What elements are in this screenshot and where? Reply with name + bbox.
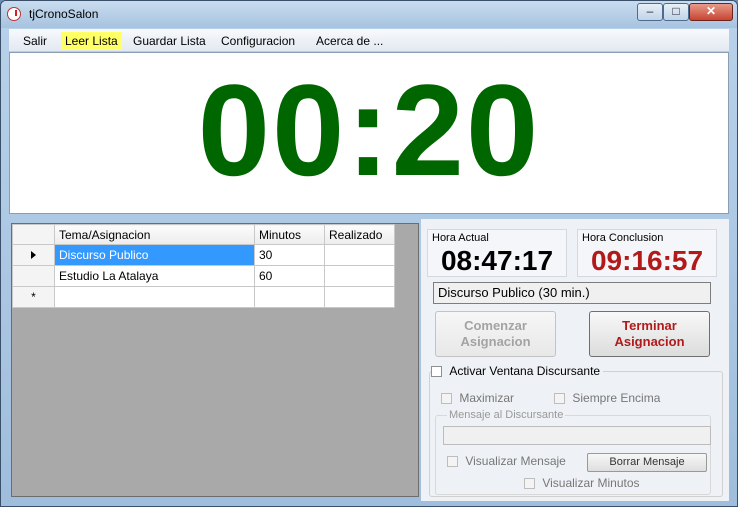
borrar-mensaje-button[interactable]: Borrar Mensaje xyxy=(587,453,707,472)
menu-salir[interactable]: Salir xyxy=(19,32,51,50)
cell-tema-new[interactable] xyxy=(54,286,255,308)
column-header-tema[interactable]: Tema/Asignacion xyxy=(54,224,255,245)
menu-acerca-de[interactable]: Acerca de ... xyxy=(312,32,387,50)
hora-conclusion-box: Hora Conclusion 09:16:57 xyxy=(577,229,717,277)
timer-display: 00:20 xyxy=(9,52,729,214)
window-title: tjCronoSalon xyxy=(29,7,99,21)
close-button[interactable]: ✕ xyxy=(689,3,733,21)
column-header-minutos[interactable]: Minutos xyxy=(254,224,325,245)
title-bar[interactable]: tjCronoSalon – □ ✕ xyxy=(1,1,737,28)
maximizar-checkbox[interactable] xyxy=(441,393,452,405)
visualizar-mensaje-checkbox[interactable] xyxy=(447,456,458,468)
comenzar-asignacion-button[interactable]: Comenzar Asignacion xyxy=(435,311,556,357)
cell-tema[interactable]: Discurso Publico xyxy=(54,244,255,266)
maximize-button[interactable]: □ xyxy=(663,3,689,21)
mensaje-input[interactable] xyxy=(443,426,711,445)
activar-ventana-option[interactable]: Activar Ventana Discursante xyxy=(431,364,604,378)
table-row[interactable]: Estudio La Atalaya 60 xyxy=(12,265,395,287)
visualizar-minutos-option[interactable]: Visualizar Minutos xyxy=(524,476,640,490)
cell-tema[interactable]: Estudio La Atalaya xyxy=(54,265,255,287)
current-row-arrow-icon xyxy=(31,251,36,259)
visualizar-mensaje-option[interactable]: Visualizar Mensaje xyxy=(447,454,566,468)
cell-minutos-new[interactable] xyxy=(254,286,325,308)
cell-realizado[interactable] xyxy=(324,265,395,287)
grid-header-row: Tema/Asignacion Minutos Realizado xyxy=(12,224,395,245)
activar-ventana-label: Activar Ventana Discursante xyxy=(449,364,601,378)
assignment-grid[interactable]: Tema/Asignacion Minutos Realizado Discur… xyxy=(12,224,395,308)
app-window: tjCronoSalon – □ ✕ Salir Leer Lista Guar… xyxy=(0,0,738,507)
terminar-asignacion-button[interactable]: Terminar Asignacion xyxy=(589,311,710,357)
new-row[interactable]: * xyxy=(12,286,395,308)
menu-guardar-lista[interactable]: Guardar Lista xyxy=(129,32,210,50)
new-row-marker: * xyxy=(12,286,55,308)
row-header[interactable] xyxy=(12,265,55,287)
hora-actual-value: 08:47:17 xyxy=(440,245,554,276)
current-assignment-field: Discurso Publico (30 min.) xyxy=(433,282,711,304)
menu-configuracion[interactable]: Configuracion xyxy=(217,32,299,50)
row-header-current[interactable] xyxy=(12,244,55,266)
table-row[interactable]: Discurso Publico 30 xyxy=(12,244,395,266)
maximizar-label: Maximizar xyxy=(459,391,515,405)
row-header-corner xyxy=(12,224,55,245)
siempre-encima-checkbox[interactable] xyxy=(554,393,565,405)
mensaje-group-label: Mensaje al Discursante xyxy=(447,409,566,421)
cell-minutos[interactable]: 30 xyxy=(254,244,325,266)
app-clock-icon xyxy=(7,7,21,21)
cell-minutos[interactable]: 60 xyxy=(254,265,325,287)
maximizar-option[interactable]: Maximizar xyxy=(441,391,514,405)
countdown-time: 00:20 xyxy=(197,57,541,203)
menu-leer-lista[interactable]: Leer Lista xyxy=(61,32,122,50)
visualizar-minutos-checkbox[interactable] xyxy=(524,478,535,490)
minimize-button[interactable]: – xyxy=(637,3,663,21)
hora-actual-label: Hora Actual xyxy=(432,232,489,244)
assignment-grid-panel: Tema/Asignacion Minutos Realizado Discur… xyxy=(11,223,419,497)
control-panel: Hora Actual 08:47:17 Hora Conclusion 09:… xyxy=(421,219,729,501)
hora-conclusion-label: Hora Conclusion xyxy=(582,232,664,244)
hora-conclusion-value: 09:16:57 xyxy=(590,245,704,276)
visualizar-minutos-label: Visualizar Minutos xyxy=(542,476,640,490)
visualizar-mensaje-label: Visualizar Mensaje xyxy=(465,454,566,468)
cell-realizado-new[interactable] xyxy=(324,286,395,308)
siempre-encima-label: Siempre Encima xyxy=(572,391,661,405)
cell-realizado[interactable] xyxy=(324,244,395,266)
siempre-encima-option[interactable]: Siempre Encima xyxy=(554,391,660,405)
menu-bar: Salir Leer Lista Guardar Lista Configura… xyxy=(9,29,729,51)
activar-ventana-checkbox[interactable] xyxy=(431,366,442,378)
column-header-realizado[interactable]: Realizado xyxy=(324,224,395,245)
hora-actual-box: Hora Actual 08:47:17 xyxy=(427,229,567,277)
